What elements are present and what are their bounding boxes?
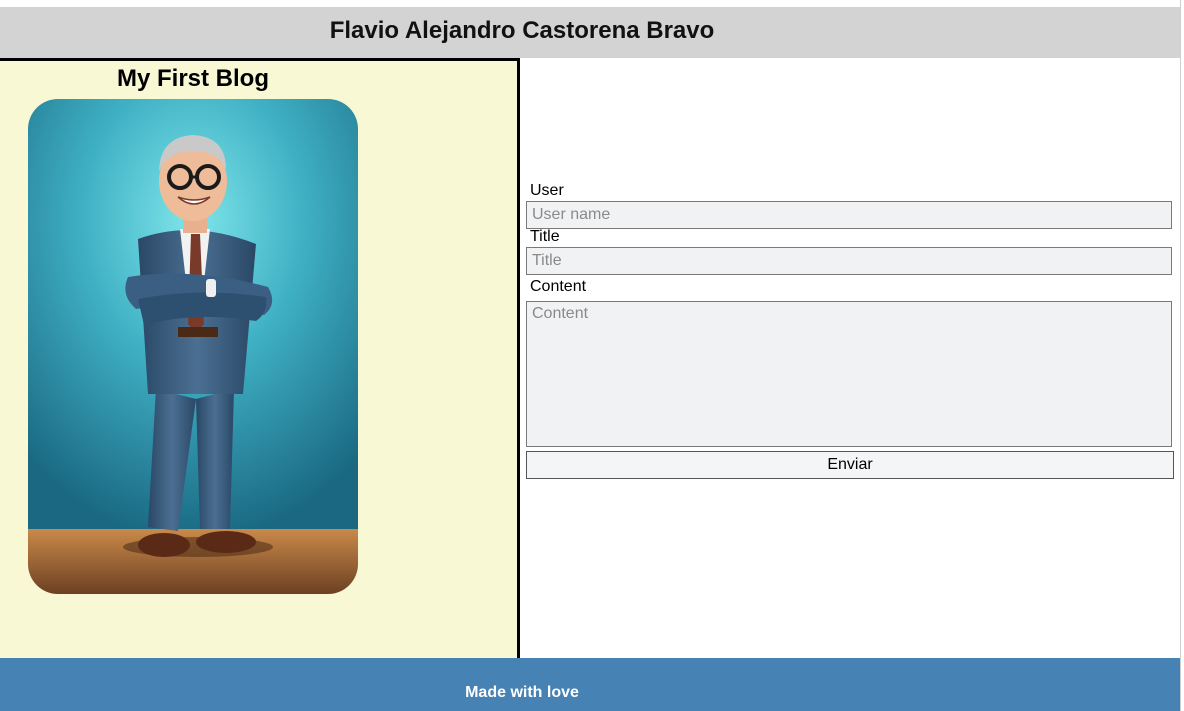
blog-heading: My First Blog xyxy=(116,65,269,92)
content-textarea[interactable] xyxy=(526,301,1172,447)
page-footer: Made with love xyxy=(0,658,1180,711)
profile-illustration xyxy=(28,99,358,594)
page-scrollbar[interactable] xyxy=(1180,0,1184,711)
submit-button[interactable]: Enviar xyxy=(526,451,1174,479)
footer-text: Made with love xyxy=(465,684,579,701)
profile-image xyxy=(28,99,358,594)
title-label: Title xyxy=(530,228,560,245)
title-input[interactable] xyxy=(526,247,1172,275)
user-name-input[interactable] xyxy=(526,201,1172,229)
content-label: Content xyxy=(530,278,587,295)
user-label: User xyxy=(530,182,564,199)
blog-sidebar: My First Blog xyxy=(0,58,520,661)
blog-post-form: User Title Content Enviar xyxy=(526,0,1174,711)
